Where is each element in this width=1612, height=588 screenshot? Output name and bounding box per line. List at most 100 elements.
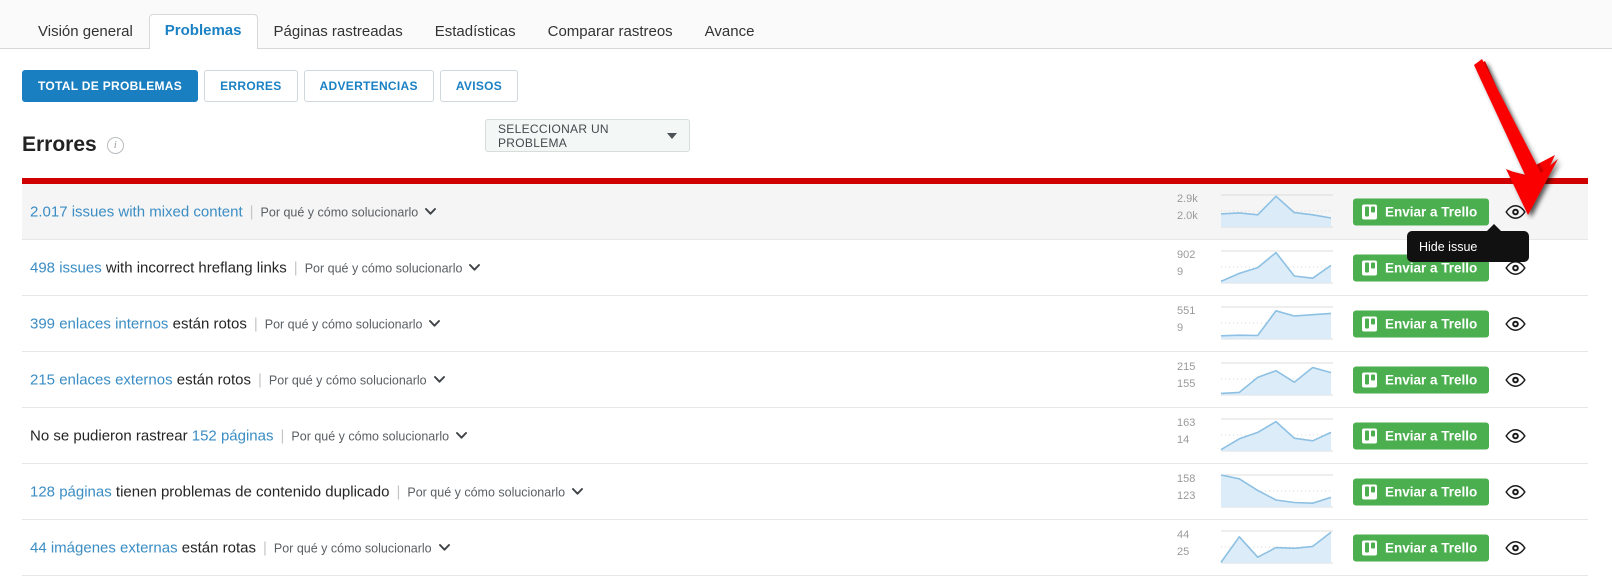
severity-bar-errors [22, 178, 1588, 184]
section-header: Errores i [22, 133, 124, 157]
issue-title: 215 enlaces externos están rotos | Por qué… [30, 372, 445, 387]
issue-link[interactable]: 399 enlaces internos [30, 315, 168, 332]
issue-row[interactable]: 399 enlaces internos están rotos | Por qué… [22, 296, 1588, 352]
issue-title: 498 issues with incorrect hreflang links… [30, 259, 481, 276]
send-to-trello-button[interactable]: Enviar a Trello [1353, 534, 1490, 561]
eye-icon[interactable] [1504, 203, 1526, 221]
tab-bar: Visión general Problemas Páginas rastreada… [0, 0, 1612, 50]
why-and-how-to-fix-label: Por qué y cómo solucionarlo [273, 541, 432, 555]
issue-trend-sparkline: 215 155 [1173, 359, 1333, 401]
separator: | [249, 203, 254, 220]
filter-bar: TOTAL DE PROBLEMAS ERRORES ADVERTENCIAS AVI… [0, 49, 1612, 152]
trello-icon [1362, 316, 1377, 331]
sparkline-max-label: 551 [1177, 304, 1196, 317]
trello-icon [1362, 540, 1377, 555]
issue-link[interactable]: 498 issues [30, 259, 102, 276]
sparkline-max-label: 163 [1177, 416, 1196, 429]
chevron-down-icon [456, 431, 468, 439]
chevron-down-icon [667, 132, 677, 139]
send-to-trello-button[interactable]: Enviar a Trello [1353, 366, 1490, 393]
eye-icon[interactable] [1504, 427, 1526, 445]
issue-row[interactable]: 498 issues with incorrect hreflang links… [22, 240, 1588, 296]
why-and-how-to-fix-toggle[interactable]: Por qué y cómo solucionarlo [305, 261, 481, 275]
sparkline-min-label: 123 [1177, 489, 1196, 502]
sparkline-max-label: 902 [1177, 248, 1196, 261]
issue-title: 44 imágenes externas están rotas | Por qué… [30, 540, 450, 555]
chevron-down-icon [572, 487, 584, 495]
issue-text: tienen problemas de contenido duplicado [111, 483, 390, 500]
why-and-how-to-fix-toggle[interactable]: Por qué y cómo solucionarlo [274, 541, 450, 555]
send-to-trello-label: Enviar a Trello [1385, 540, 1478, 555]
sparkline-max-label: 158 [1177, 472, 1196, 485]
send-to-trello-button[interactable]: Enviar a Trello [1353, 478, 1490, 505]
separator: | [396, 483, 401, 500]
sparkline-min-label: 25 [1177, 545, 1190, 558]
page-title: Errores [22, 133, 97, 156]
issue-link[interactable]: 152 páginas [192, 427, 274, 444]
chevron-down-icon [438, 543, 450, 551]
tab-3[interactable]: Estadísticas [419, 15, 532, 50]
issue-link[interactable]: 128 páginas [30, 483, 112, 500]
select-issue-dropdown[interactable]: SELECCIONAR UN PROBLEMA [485, 119, 690, 152]
issue-row[interactable]: 215 enlaces externos están rotos | Por qué… [22, 352, 1588, 408]
issue-link[interactable]: 215 enlaces externos [30, 371, 173, 388]
sparkline-min-label: 9 [1177, 265, 1184, 278]
issue-trend-sparkline: 902 9 [1173, 247, 1333, 289]
issue-text: están rotos [168, 315, 247, 332]
info-icon[interactable]: i [106, 136, 124, 154]
why-and-how-to-fix-toggle[interactable]: Por qué y cómo solucionarlo [407, 485, 584, 499]
chevron-down-icon [425, 207, 437, 215]
issues-page: Visión general Problemas Páginas rastreada… [0, 0, 1612, 588]
eye-icon[interactable] [1504, 371, 1526, 389]
issue-row[interactable]: No se pudieron rastrear 152 páginas | Por … [22, 408, 1588, 464]
issue-title: No se pudieron rastrear 152 páginas | Por … [30, 427, 468, 444]
tab-active-1[interactable]: Problemas [148, 14, 258, 50]
select-issue-value: SELECCIONAR UN PROBLEMA [498, 121, 609, 150]
tab-2[interactable]: Páginas rastreadas [258, 15, 419, 50]
issue-row[interactable]: 128 páginas tienen problemas de contenid… [22, 464, 1588, 520]
issue-trend-sparkline: 44 25 [1173, 527, 1333, 569]
filter-button-2[interactable]: ADVERTENCIAS [303, 70, 434, 102]
eye-icon[interactable] [1504, 483, 1526, 501]
separator: | [280, 427, 285, 444]
tab-list: Visión general Problemas Páginas rastreada… [22, 11, 771, 50]
trello-icon [1362, 260, 1377, 275]
issue-row[interactable]: 44 imágenes externas están rotas | Por qué… [22, 520, 1588, 576]
issue-trend-sparkline: 551 9 [1173, 303, 1333, 345]
issue-text: están rotas [177, 539, 256, 556]
issue-trend-sparkline: 158 123 [1173, 471, 1333, 513]
why-and-how-to-fix-label: Por qué y cómo solucionarlo [260, 205, 419, 219]
filter-button-3[interactable]: AVISOS [439, 70, 519, 102]
issue-text: están rotos [172, 371, 251, 388]
why-and-how-to-fix-toggle[interactable]: Por qué y cómo solucionarlo [265, 317, 441, 331]
separator: | [258, 371, 262, 388]
send-to-trello-label: Enviar a Trello [1385, 316, 1478, 331]
why-and-how-to-fix-label: Por qué y cómo solucionarlo [304, 261, 463, 275]
filter-button-0[interactable]: TOTAL DE PROBLEMAS [22, 70, 199, 102]
tab-0[interactable]: Visión general [22, 15, 149, 50]
send-to-trello-button[interactable]: Enviar a Trello [1353, 422, 1490, 449]
send-to-trello-label: Enviar a Trello [1385, 372, 1478, 387]
filter-button-1[interactable]: ERRORES [204, 70, 298, 102]
tab-5[interactable]: Avance [689, 15, 771, 50]
eye-icon[interactable] [1504, 539, 1526, 557]
sparkline-max-label: 2.9k [1177, 192, 1198, 205]
why-and-how-to-fix-toggle[interactable]: Por qué y cómo solucionarlo [261, 205, 437, 219]
issue-trend-sparkline: 2.9k 2.0k [1173, 191, 1333, 233]
tab-4[interactable]: Comparar rastreos [532, 15, 689, 50]
issue-title: 128 páginas tienen problemas de contenid… [30, 483, 584, 500]
why-and-how-to-fix-toggle[interactable]: Por qué y cómo solucionarlo [291, 429, 468, 443]
eye-icon[interactable] [1504, 315, 1526, 333]
separator: | [262, 539, 267, 556]
chevron-down-icon [469, 263, 481, 271]
why-and-how-to-fix-label: Por qué y cómo solucionarlo [268, 373, 427, 387]
hide-issue-tooltip-label: Hide issue [1419, 239, 1478, 254]
send-to-trello-button[interactable]: Enviar a Trello [1353, 310, 1490, 337]
issue-link[interactable]: 44 imágenes externas [30, 539, 178, 556]
issue-link[interactable]: 2.017 issues with mixed content [30, 203, 243, 220]
why-and-how-to-fix-toggle[interactable]: Por qué y cómo solucionarlo [269, 373, 445, 387]
trello-icon [1362, 428, 1377, 443]
send-to-trello-button[interactable]: Enviar a Trello [1353, 198, 1490, 225]
issue-title: 2.017 issues with mixed content | Por qué … [30, 203, 437, 220]
issue-row[interactable]: 2.017 issues with mixed content | Por qué … [22, 184, 1588, 240]
